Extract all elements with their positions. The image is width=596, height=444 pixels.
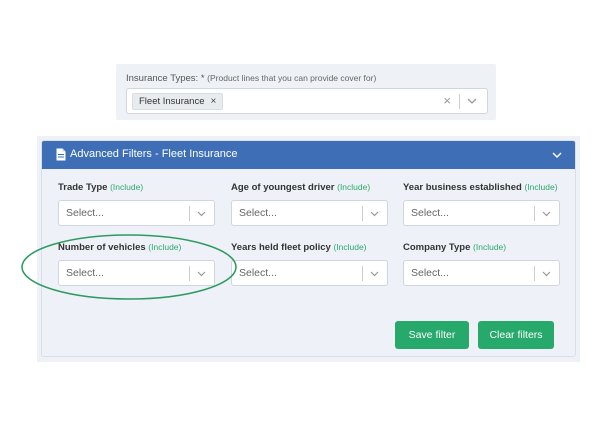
insurance-types-label: Insurance Types: * (Product lines that y… xyxy=(126,73,376,84)
field-label-text: Year business established xyxy=(403,182,522,193)
chevron-down-icon xyxy=(197,211,206,217)
field-label: Company Type (Include) xyxy=(403,242,560,256)
insurance-types-hint: (Product lines that you can provide cove… xyxy=(207,73,377,83)
save-filter-button[interactable]: Save filter xyxy=(395,321,469,349)
chevron-down-icon xyxy=(542,211,551,217)
field-label-text: Company Type xyxy=(403,242,471,253)
filter-years-held-fleet-policy: Years held fleet policy (Include) Select… xyxy=(231,242,388,286)
field-label-text: Age of youngest driver xyxy=(231,182,335,193)
advanced-filters-wrapper: Advanced Filters - Fleet Insurance Trade… xyxy=(37,136,580,362)
select-placeholder: Select... xyxy=(411,207,449,219)
insurance-types-label-text: Insurance Types: * xyxy=(126,73,205,84)
advanced-filters-card: Advanced Filters - Fleet Insurance Trade… xyxy=(41,140,576,357)
select-divider xyxy=(189,266,190,281)
collapse-chevron-icon[interactable] xyxy=(551,149,563,161)
field-label: Age of youngest driver (Include) xyxy=(231,182,388,196)
trade-type-select[interactable]: Select... xyxy=(58,200,215,226)
chevron-down-icon xyxy=(197,271,206,277)
insurance-types-panel: Insurance Types: * (Product lines that y… xyxy=(116,64,496,120)
filter-number-of-vehicles: Number of vehicles (Include) Select... xyxy=(58,242,215,286)
age-youngest-driver-select[interactable]: Select... xyxy=(231,200,388,226)
include-label: (Include) xyxy=(110,182,144,192)
number-of-vehicles-select[interactable]: Select... xyxy=(58,260,215,286)
select-placeholder: Select... xyxy=(66,207,104,219)
clear-filters-button[interactable]: Clear filters xyxy=(478,321,554,349)
filter-age-youngest-driver: Age of youngest driver (Include) Select.… xyxy=(231,182,388,226)
chevron-down-icon xyxy=(370,211,379,217)
tag-remove-icon[interactable]: × xyxy=(210,96,216,107)
field-label: Number of vehicles (Include) xyxy=(58,242,215,256)
filter-company-type: Company Type (Include) Select... xyxy=(403,242,560,286)
field-label-text: Number of vehicles xyxy=(58,242,146,253)
include-label: (Include) xyxy=(473,242,507,252)
company-type-select[interactable]: Select... xyxy=(403,260,560,286)
select-placeholder: Select... xyxy=(239,207,277,219)
field-label: Years held fleet policy (Include) xyxy=(231,242,388,256)
select-placeholder: Select... xyxy=(239,267,277,279)
include-label: (Include) xyxy=(148,242,182,252)
field-label: Year business established (Include) xyxy=(403,182,560,196)
select-placeholder: Select... xyxy=(66,267,104,279)
filter-trade-type: Trade Type (Include) Select... xyxy=(58,182,215,226)
field-label-text: Trade Type xyxy=(58,182,108,193)
include-label: (Include) xyxy=(333,242,367,252)
card-title: Advanced Filters - Fleet Insurance xyxy=(70,148,238,160)
chevron-down-icon[interactable] xyxy=(465,94,479,108)
select-divider xyxy=(534,206,535,221)
select-divider xyxy=(189,206,190,221)
filter-year-business-established: Year business established (Include) Sele… xyxy=(403,182,560,226)
insurance-types-select[interactable]: Fleet Insurance × × xyxy=(126,88,488,114)
document-icon xyxy=(56,148,66,161)
field-label: Trade Type (Include) xyxy=(58,182,215,196)
select-divider xyxy=(362,206,363,221)
include-label: (Include) xyxy=(524,182,558,192)
select-placeholder: Select... xyxy=(411,267,449,279)
select-divider xyxy=(362,266,363,281)
card-header[interactable]: Advanced Filters - Fleet Insurance xyxy=(42,141,575,169)
include-label: (Include) xyxy=(337,182,371,192)
selected-tag-label: Fleet Insurance xyxy=(139,96,205,107)
years-held-fleet-policy-select[interactable]: Select... xyxy=(231,260,388,286)
select-divider xyxy=(534,266,535,281)
chevron-down-icon xyxy=(542,271,551,277)
chevron-down-icon xyxy=(370,271,379,277)
selected-tag: Fleet Insurance × xyxy=(132,93,224,110)
field-label-text: Years held fleet policy xyxy=(231,242,331,253)
clear-selection-icon[interactable]: × xyxy=(443,93,451,108)
select-divider xyxy=(459,94,460,109)
year-business-established-select[interactable]: Select... xyxy=(403,200,560,226)
